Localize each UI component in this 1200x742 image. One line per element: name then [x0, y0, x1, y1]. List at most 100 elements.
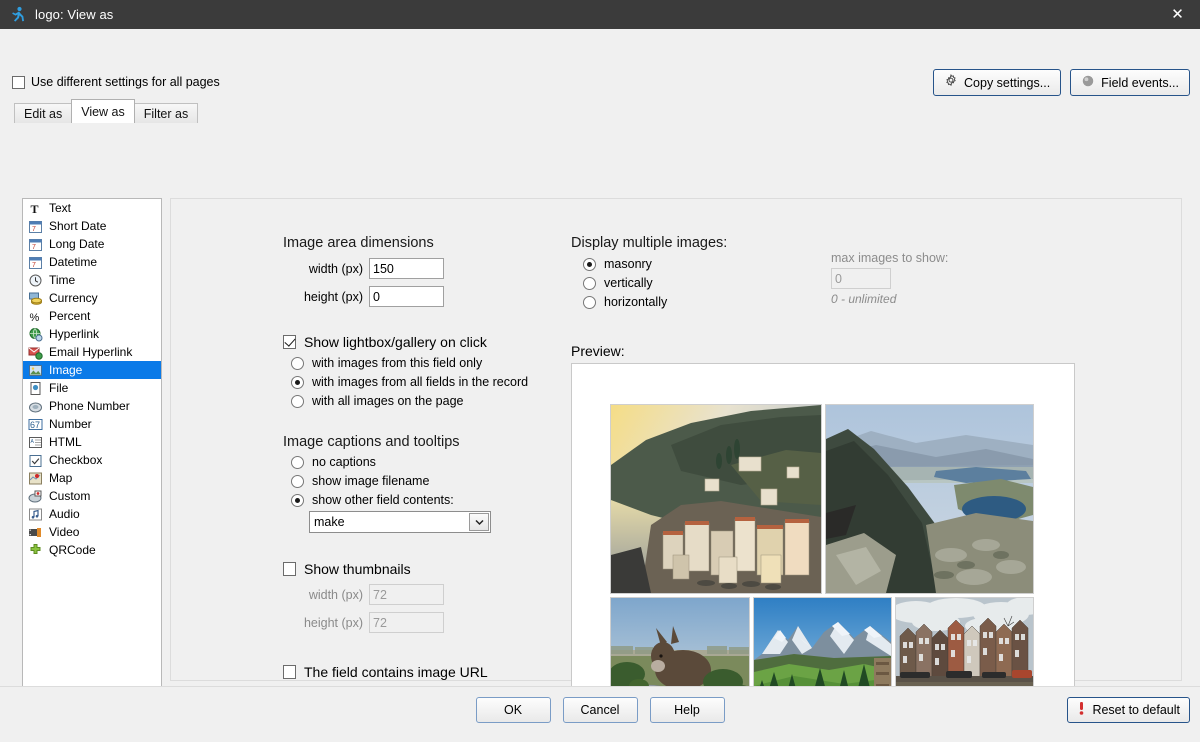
show-thumbnails-row[interactable]: Show thumbnails — [283, 561, 583, 577]
list-item-short-date[interactable]: 7 Short Date — [23, 217, 161, 235]
list-item-file[interactable]: File — [23, 379, 161, 397]
list-item-label: Checkbox — [49, 453, 102, 467]
list-item-label: Currency — [49, 291, 98, 305]
display-radio-masonry[interactable] — [583, 258, 596, 271]
list-item-percent[interactable]: % Percent — [23, 307, 161, 325]
text-icon: T — [28, 201, 43, 216]
width-input[interactable] — [369, 258, 444, 279]
cancel-button[interactable]: Cancel — [563, 697, 638, 723]
list-item-number[interactable]: 67 Number — [23, 415, 161, 433]
list-item-long-date[interactable]: 7 Long Date — [23, 235, 161, 253]
list-item-label: Custom — [49, 489, 90, 503]
width-field-row: width (px) — [283, 258, 583, 279]
video-icon — [28, 525, 43, 540]
footer-buttons: OK Cancel Help — [0, 697, 1200, 723]
field-type-list[interactable]: T Text 7 Short Date 7 Long Date 7 — [22, 198, 162, 742]
display-option-label: vertically — [604, 276, 653, 290]
display-radio-horizontally[interactable] — [583, 296, 596, 309]
preview-area — [571, 363, 1075, 739]
list-item-video[interactable]: Video — [23, 523, 161, 541]
list-item-text[interactable]: T Text — [23, 199, 161, 217]
svg-text:7: 7 — [32, 262, 36, 269]
list-item-label: File — [49, 381, 68, 395]
lightbox-radio-this-field[interactable] — [291, 357, 304, 370]
max-images-hint: 0 - unlimited — [831, 292, 1011, 306]
display-option-label: masonry — [604, 257, 652, 271]
caption-option-none[interactable]: no captions — [291, 455, 583, 469]
copy-settings-button[interactable]: Copy settings... — [933, 69, 1061, 96]
percent-icon: % — [28, 309, 43, 324]
use-different-settings-checkbox[interactable] — [12, 76, 25, 89]
thumb-height-input — [369, 612, 444, 633]
use-different-settings-row[interactable]: Use different settings for all pages — [12, 75, 220, 89]
reset-to-default-button[interactable]: Reset to default — [1067, 697, 1190, 723]
list-item-label: QRCode — [49, 543, 96, 557]
list-item-label: Long Date — [49, 237, 104, 251]
caption-option-filename[interactable]: show image filename — [291, 474, 583, 488]
field-contains-url-row[interactable]: The field contains image URL — [283, 664, 583, 680]
svg-text:T: T — [31, 202, 39, 216]
settings-panel: Image area dimensions width (px) height … — [170, 198, 1182, 681]
show-lightbox-checkbox[interactable] — [283, 335, 296, 349]
list-item-label: HTML — [49, 435, 82, 449]
list-item-label: Phone Number — [49, 399, 130, 413]
height-input[interactable] — [369, 286, 444, 307]
list-item-currency[interactable]: Currency — [23, 289, 161, 307]
list-item-qrcode[interactable]: QRCode — [23, 541, 161, 559]
list-item-label: Email Hyperlink — [49, 345, 132, 359]
image-settings-column: Image area dimensions width (px) height … — [283, 235, 583, 680]
gear-icon — [944, 74, 958, 91]
field-contains-url-checkbox[interactable] — [283, 665, 296, 679]
lightbox-radio-all-fields[interactable] — [291, 376, 304, 389]
sphere-icon — [1081, 74, 1095, 91]
email-globe-icon — [28, 345, 43, 360]
ok-button[interactable]: OK — [476, 697, 551, 723]
list-item-datetime[interactable]: 7 Datetime — [23, 253, 161, 271]
title-bar: logo: View as ✕ — [0, 0, 1200, 29]
list-item-image[interactable]: Image — [23, 361, 161, 379]
preview-row-1 — [610, 404, 1034, 594]
width-label: width (px) — [283, 262, 369, 276]
list-item-time[interactable]: Time — [23, 271, 161, 289]
lightbox-option-this-field[interactable]: with images from this field only — [291, 356, 583, 370]
list-item-hyperlink[interactable]: Hyperlink — [23, 325, 161, 343]
help-button[interactable]: Help — [650, 697, 725, 723]
list-item-phone-number[interactable]: Phone Number — [23, 397, 161, 415]
exclamation-icon — [1077, 701, 1086, 719]
caption-field-select[interactable]: make — [309, 511, 491, 533]
caption-radio-none[interactable] — [291, 456, 304, 469]
list-item-email-hyperlink[interactable]: Email Hyperlink — [23, 343, 161, 361]
lightbox-radio-all-page[interactable] — [291, 395, 304, 408]
lightbox-option-all-page[interactable]: with all images on the page — [291, 394, 583, 408]
show-thumbnails-checkbox[interactable] — [283, 562, 296, 576]
field-events-label: Field events... — [1101, 76, 1179, 90]
lightbox-option-all-fields[interactable]: with images from all fields in the recor… — [291, 375, 583, 389]
reset-to-default-label: Reset to default — [1092, 703, 1180, 717]
lightbox-option-label: with all images on the page — [312, 394, 463, 408]
footer-bar: OK Cancel Help Reset to default — [0, 686, 1200, 742]
list-item-label: Percent — [49, 309, 90, 323]
svg-text:7: 7 — [32, 244, 36, 251]
caption-option-other-field[interactable]: show other field contents: — [291, 493, 583, 507]
list-item-audio[interactable]: Audio — [23, 505, 161, 523]
height-label: height (px) — [283, 290, 369, 304]
list-item-html[interactable]: A HTML — [23, 433, 161, 451]
use-different-settings-label: Use different settings for all pages — [31, 75, 220, 89]
list-item-label: Hyperlink — [49, 327, 99, 341]
svg-text:%: % — [30, 312, 40, 324]
copy-settings-label: Copy settings... — [964, 76, 1050, 90]
field-events-button[interactable]: Field events... — [1070, 69, 1190, 96]
preview-label: Preview: — [571, 343, 625, 359]
preview-image-coastal-town-sunset[interactable] — [610, 404, 822, 594]
tab-view-as[interactable]: View as — [71, 99, 135, 123]
show-lightbox-row[interactable]: Show lightbox/gallery on click — [283, 334, 583, 350]
close-icon[interactable]: ✕ — [1155, 0, 1200, 29]
display-radio-vertically[interactable] — [583, 277, 596, 290]
chevron-down-icon[interactable] — [469, 513, 489, 531]
preview-image-mountain-valley-lakes[interactable] — [825, 404, 1034, 594]
list-item-checkbox[interactable]: Checkbox — [23, 451, 161, 469]
list-item-custom[interactable]: Custom — [23, 487, 161, 505]
list-item-map[interactable]: Map — [23, 469, 161, 487]
caption-radio-filename[interactable] — [291, 475, 304, 488]
caption-radio-other-field[interactable] — [291, 494, 304, 507]
